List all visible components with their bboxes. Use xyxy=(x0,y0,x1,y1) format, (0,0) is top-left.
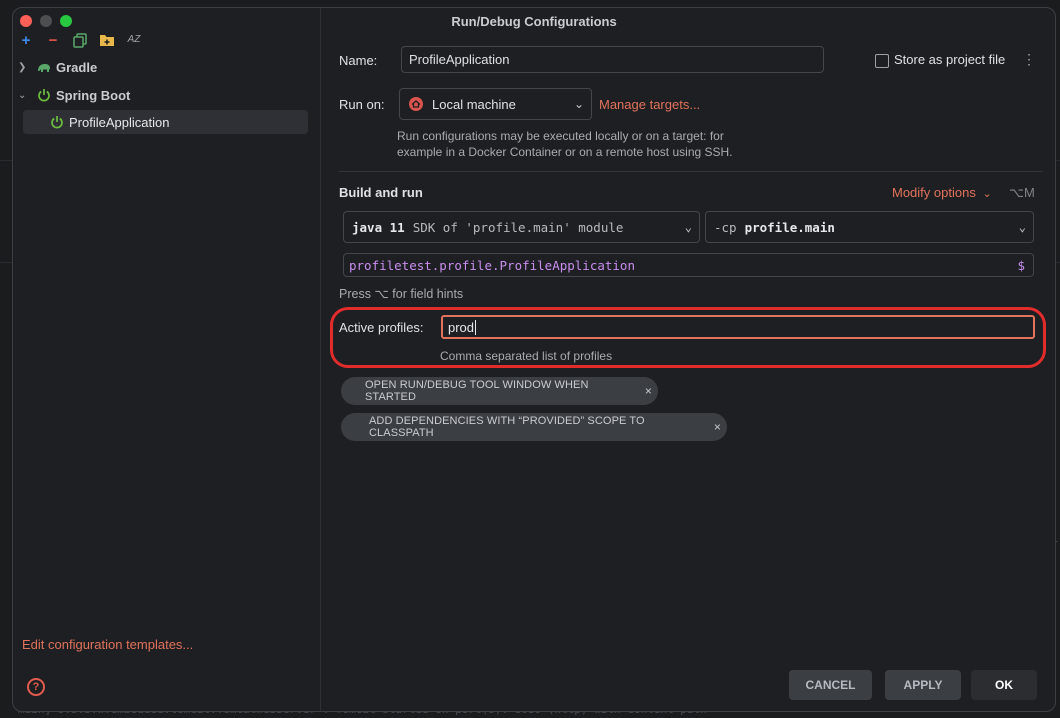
active-profiles-value: prod xyxy=(448,319,475,335)
cancel-button[interactable]: CANCEL xyxy=(789,670,872,700)
name-input-value: ProfileApplication xyxy=(409,52,510,67)
chevron-down-icon[interactable]: ⌄ xyxy=(18,90,30,101)
classpath-prefix: -cp xyxy=(714,219,737,235)
copy-icon[interactable] xyxy=(71,31,89,49)
chevron-right-icon[interactable]: ❯ xyxy=(18,62,30,73)
close-icon[interactable]: × xyxy=(645,384,652,398)
classpath-module: profile.main xyxy=(744,219,835,235)
chevron-down-icon: ⌄ xyxy=(1018,220,1026,234)
run-on-label: Run on: xyxy=(339,97,385,112)
tree-item-profile-application[interactable]: ProfileApplication xyxy=(23,110,308,134)
active-profiles-hint: Comma separated list of profiles xyxy=(440,349,613,363)
run-on-value: Local machine xyxy=(432,96,516,112)
sort-az-icon[interactable]: AZ xyxy=(125,31,143,49)
gradle-elephant-icon xyxy=(36,59,52,75)
close-icon[interactable]: × xyxy=(714,420,721,434)
chip-label: ADD DEPENDENCIES WITH “PROVIDED” SCOPE T… xyxy=(369,415,645,439)
classpath-module-dropdown[interactable]: -cp profile.main ⌄ xyxy=(705,211,1034,243)
run-on-hint-line-2: example in a Docker Container or on a re… xyxy=(397,145,733,159)
chevron-down-icon: ⌄ xyxy=(982,188,992,200)
tree-item-label: ProfileApplication xyxy=(69,114,170,130)
chevron-down-icon: ⌄ xyxy=(684,220,692,234)
tree-item-label: Gradle xyxy=(56,59,98,75)
jdk-description: SDK of 'profile.main' module xyxy=(412,219,624,235)
text-cursor xyxy=(475,319,477,335)
run-on-dropdown[interactable]: Local machine ⌄ xyxy=(399,88,592,120)
folder-plus-icon[interactable] xyxy=(98,31,116,49)
home-icon xyxy=(408,96,424,112)
option-chip-add-provided-dependencies[interactable]: ADD DEPENDENCIES WITH “PROVIDED” SCOPE T… xyxy=(341,413,727,441)
jdk-dropdown[interactable]: java 11 SDK of 'profile.main' module ⌄ xyxy=(343,211,700,243)
active-profiles-label: Active profiles: xyxy=(339,320,424,335)
modify-options-link[interactable]: Modify options ⌄ xyxy=(892,185,992,200)
run-debug-dialog: Run/Debug Configurations + − AZ ❯ Gradle… xyxy=(12,7,1056,712)
build-and-run-heading: Build and run xyxy=(339,185,423,200)
name-label: Name: xyxy=(339,53,378,68)
tree-item-label: Spring Boot xyxy=(56,87,131,103)
more-options-icon[interactable]: ⋮ xyxy=(1022,51,1036,68)
active-profiles-input[interactable]: prod xyxy=(441,315,1035,339)
main-class-input[interactable]: profiletest.profile.ProfileApplication $ xyxy=(343,253,1034,277)
edit-configuration-templates-link[interactable]: Edit configuration templates... xyxy=(22,637,193,652)
tree-item-gradle[interactable]: ❯ Gradle xyxy=(18,55,97,79)
tree-item-spring-boot[interactable]: ⌄ Spring Boot xyxy=(18,83,130,107)
configuration-editor: Name: ProfileApplication Store as projec… xyxy=(322,8,1055,711)
apply-button[interactable]: APPLY xyxy=(885,670,961,700)
configurations-sidebar: + − AZ ❯ Gradle ⌄ Spring Boot ProfileApp… xyxy=(13,8,321,711)
modify-options-label: Modify options xyxy=(892,185,976,200)
field-hints-text: Press ⌥ for field hints xyxy=(339,287,464,301)
main-class-value: profiletest.profile.ProfileApplication xyxy=(349,257,635,273)
sidebar-toolbar: + − AZ xyxy=(17,31,143,49)
help-icon[interactable]: ? xyxy=(27,678,45,696)
spring-boot-power-icon xyxy=(49,114,65,130)
jdk-version: java 11 xyxy=(352,219,405,235)
chip-label: OPEN RUN/DEBUG TOOL WINDOW WHEN STARTED xyxy=(365,379,589,403)
ok-button[interactable]: OK xyxy=(971,670,1037,700)
name-input[interactable]: ProfileApplication xyxy=(401,46,824,73)
manage-targets-link[interactable]: Manage targets... xyxy=(599,97,700,112)
divider xyxy=(339,171,1043,172)
spring-boot-power-icon xyxy=(36,87,52,103)
option-chip-open-tool-window[interactable]: OPEN RUN/DEBUG TOOL WINDOW WHEN STARTED … xyxy=(341,377,658,405)
plus-icon[interactable]: + xyxy=(17,31,35,49)
store-as-project-file-checkbox[interactable] xyxy=(875,54,889,68)
browse-class-icon[interactable]: $ xyxy=(1017,258,1025,273)
minus-icon[interactable]: − xyxy=(44,31,62,49)
modify-options-shortcut: ⌥M xyxy=(1009,185,1035,200)
store-as-project-file-label[interactable]: Store as project file xyxy=(894,52,1005,67)
run-on-hint-line-1: Run configurations may be executed local… xyxy=(397,129,724,143)
chevron-down-icon: ⌄ xyxy=(573,97,584,111)
